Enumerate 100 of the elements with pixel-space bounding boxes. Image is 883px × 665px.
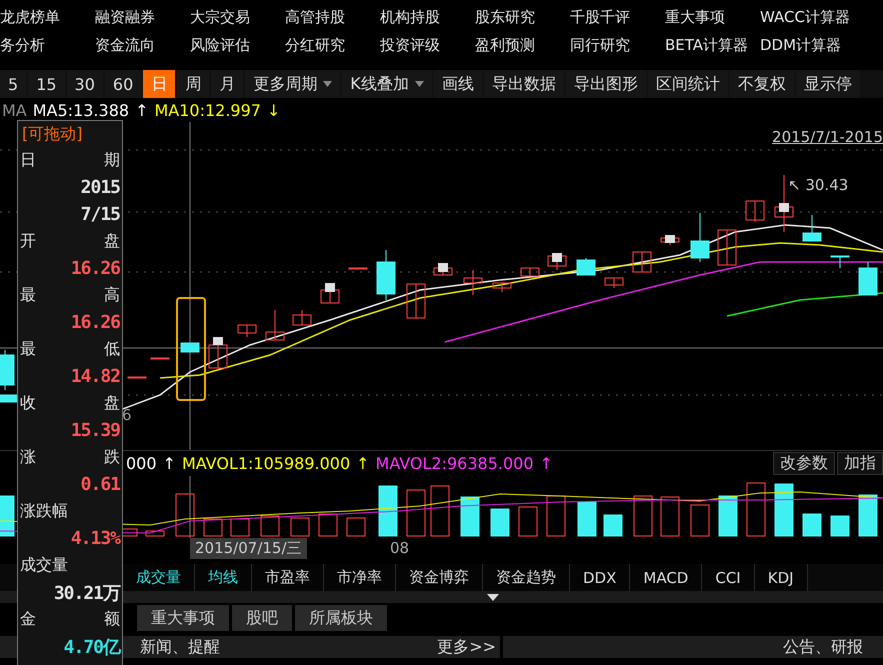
volume-legend: MAVOL1:105989.000 <box>182 454 350 473</box>
menu-item[interactable]: 务分析 <box>0 31 95 59</box>
menu-item[interactable]: BETA计算器 <box>665 31 760 59</box>
toolbar-button[interactable]: 5 <box>0 70 26 98</box>
volume-bar <box>0 496 14 536</box>
field-value: 2015 <box>80 177 120 198</box>
indicator-button[interactable]: 改参数 <box>773 452 835 475</box>
field-label: 最 <box>20 285 36 306</box>
volume-bar <box>546 496 566 536</box>
indicator-tab[interactable]: 均线 <box>195 564 252 591</box>
candlestick <box>0 350 14 390</box>
menu-item[interactable]: 大宗交易 <box>190 3 285 31</box>
volume-bar <box>604 514 622 536</box>
info-tab[interactable]: 所属板块 <box>295 605 387 631</box>
volume-bar <box>204 518 222 536</box>
menu-item[interactable]: 千股千评 <box>570 3 665 31</box>
volume-bar <box>318 514 338 536</box>
indicator-tab[interactable]: 资金趋势 <box>483 564 570 591</box>
menu-item[interactable]: 龙虎榜单 <box>0 3 95 31</box>
field-label: 高 <box>104 285 120 306</box>
axis-label: 08 <box>390 539 410 557</box>
candlestick <box>376 250 396 300</box>
toolbar-button[interactable]: 月 <box>211 70 244 98</box>
indicator-tab[interactable]: 资金博弈 <box>396 564 483 591</box>
menu-item[interactable]: 重大事项 <box>665 3 760 31</box>
price-label: 6 <box>122 406 132 424</box>
period-dropdown[interactable]: K线叠加 <box>342 70 432 98</box>
section-title: 公告、研报 <box>783 636 863 658</box>
field-label: 金 <box>20 609 36 630</box>
crosshair-date-label: 2015/07/15/三 <box>190 538 307 559</box>
volume-bar <box>774 484 794 536</box>
toolbar-button[interactable]: 导出图形 <box>566 70 646 98</box>
toolbar-button[interactable]: 显示停 <box>796 70 860 98</box>
volume-bar <box>146 530 164 536</box>
menu-item[interactable]: 分红研究 <box>285 31 380 59</box>
toolbar-button[interactable]: 60 <box>104 70 142 98</box>
indicator-tab[interactable]: 成交量 <box>123 564 195 591</box>
trend-arrow: ↑ <box>540 454 553 473</box>
date-range-link[interactable]: 2015/7/1-2015 <box>772 128 883 146</box>
candlestick <box>632 252 652 272</box>
toolbar-button[interactable]: 画线 <box>434 70 482 98</box>
period-dropdown[interactable]: 更多周期 <box>245 70 340 98</box>
toolbar-button[interactable]: 导出数据 <box>484 70 564 98</box>
ma-legend: MA5:13.388 <box>32 100 130 120</box>
caret-icon <box>414 81 424 87</box>
indicator-tab[interactable]: MACD <box>630 564 702 591</box>
info-tab[interactable]: 股吧 <box>232 605 292 631</box>
field-label: 涨跌幅 <box>20 501 68 522</box>
field-label: 开 <box>20 231 36 252</box>
field-value: 4.70亿 <box>64 636 120 658</box>
candlestick <box>434 262 452 276</box>
volume-bar <box>858 494 878 536</box>
info-panel[interactable]: [可拖动] 日 期 2015 7/15 开 盘 16.26 最 高 16.26 最 低 14.82 收 盘 15.39 涨 跌 0.61 涨跌幅 4.13% 成交量 30.21万 金 额 4.70亿 <box>17 120 123 665</box>
high-price-label: ↖ 30.43 <box>788 176 848 194</box>
candlestick <box>604 278 624 288</box>
ma-legend: MA10:12.997 <box>154 100 261 120</box>
indicator-tab[interactable]: KDJ <box>754 564 808 591</box>
collapse-arrow-icon[interactable] <box>487 594 499 601</box>
candlestick <box>266 310 284 340</box>
volume-bar <box>490 508 510 536</box>
toolbar-button[interactable]: 不复权 <box>730 70 794 98</box>
field-value: 14.82 <box>70 366 120 387</box>
candlestick <box>238 324 256 338</box>
indicator-tab[interactable]: DDX <box>570 564 630 591</box>
menu-item[interactable]: 同行研究 <box>570 31 665 59</box>
candlestick <box>208 336 228 368</box>
menu-item[interactable]: 风险评估 <box>190 31 285 59</box>
menu-item[interactable]: WACC计算器 <box>760 3 855 31</box>
field-value: 30.21万 <box>54 582 120 604</box>
menu-item[interactable]: DDM计算器 <box>760 31 855 59</box>
indicator-tab[interactable]: 市净率 <box>324 564 396 591</box>
info-tab[interactable]: 重大事项 <box>137 605 229 631</box>
candlestick <box>802 214 822 242</box>
more-link[interactable]: 更多>> <box>437 636 496 658</box>
menu-item[interactable]: 资金流向 <box>95 31 190 59</box>
menu-item[interactable]: 盈利预测 <box>475 31 570 59</box>
toolbar-button[interactable]: 周 <box>177 70 210 98</box>
volume-bar <box>746 482 766 536</box>
indicator-tab[interactable]: 市盈率 <box>252 564 324 591</box>
menu-item[interactable]: 投资评级 <box>380 31 475 59</box>
indicator-tab[interactable]: CCI <box>702 564 755 591</box>
menu-item[interactable]: 高管持股 <box>285 3 380 31</box>
candlestick <box>548 252 566 270</box>
toolbar-button[interactable]: 区间统计 <box>648 70 728 98</box>
caret-icon <box>323 81 332 87</box>
candlestick <box>464 270 482 296</box>
menu-item[interactable]: 融资融券 <box>95 3 190 31</box>
toolbar-button[interactable]: 30 <box>66 70 103 98</box>
section-title: 新闻、提醒 <box>140 636 220 658</box>
candlestick <box>0 394 18 402</box>
indicator-button[interactable]: 加指 <box>837 452 883 475</box>
toolbar-button[interactable]: 15 <box>28 70 65 98</box>
menu-item[interactable]: 机构持股 <box>380 3 475 31</box>
volume-bar <box>802 514 822 536</box>
field-label: 涨 <box>20 447 36 468</box>
menu-item[interactable]: 股东研究 <box>475 3 570 31</box>
volume-bar <box>260 516 280 536</box>
volume-bar <box>518 506 538 536</box>
field-label: 低 <box>104 339 120 360</box>
trend-arrow: ↑ <box>356 454 370 473</box>
